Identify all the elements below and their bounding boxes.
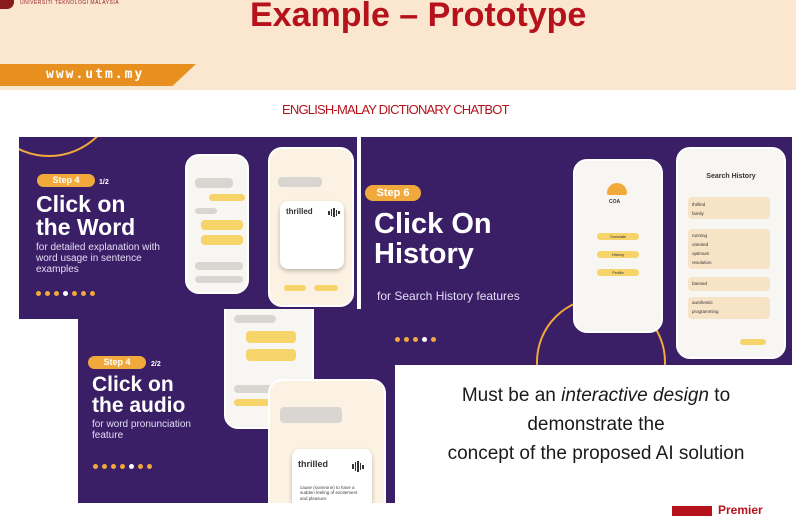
card-definition: cause (someone) to have a sudden feeling… (300, 485, 358, 501)
history-phone: Search History thrilled family running o… (676, 147, 786, 359)
card-word: thrilled (286, 207, 313, 216)
step4-audio-panel: Step 4 2/2 Click on the audio for word p… (78, 309, 395, 503)
progress-dots (36, 291, 95, 296)
heading-line1: Click on (92, 373, 174, 396)
history-action-button[interactable] (740, 339, 766, 345)
history-item[interactable]: programming (692, 309, 719, 314)
step-description: for word pronunciation feature (92, 419, 191, 441)
menu-phone: COA Translate History Profile (573, 159, 663, 333)
step-fraction: 2/2 (151, 361, 161, 368)
heading-line2: the Word (36, 214, 136, 240)
menu-translate[interactable]: Translate (597, 233, 639, 240)
heading-line2: the audio (92, 394, 186, 417)
step4-word-panel: Step 4 1/2 Click on the Word for detaile… (19, 137, 357, 319)
audio-icon[interactable] (352, 461, 364, 472)
page-title: Example – Prototype (250, 0, 587, 34)
step-description: for detailed explanation with word usage… (36, 242, 160, 275)
app-logo-text: COA (609, 199, 621, 205)
step-badge: Step 6 (365, 185, 421, 201)
caption-text: Must be an interactive design to demonst… (447, 385, 745, 464)
url-link[interactable]: www.utm.my (46, 67, 144, 82)
chatbot-subtitle: ENGLISH-MALAY DICTIONARY CHATBOT (282, 102, 510, 117)
history-item[interactable]: optimum (692, 251, 709, 256)
history-item[interactable]: aunthentic (692, 300, 713, 305)
menu-profile[interactable]: Profile (597, 269, 639, 276)
app-logo-icon (607, 183, 627, 195)
card-word: thrilled (298, 459, 329, 469)
history-item[interactable]: resolution (692, 260, 712, 265)
decor-ring (19, 137, 119, 157)
audio-phone: thrilled cause (someone) to have a sudde… (268, 379, 386, 503)
logo-text: UNIVERSITI TEKNOLOGI MALAYSIA (20, 0, 120, 6)
menu-history[interactable]: History (597, 251, 639, 258)
slide-header: UNIVERSITI TEKNOLOGI MALAYSIA Example – … (0, 0, 796, 90)
step-fraction: 1/2 (99, 179, 109, 186)
history-item[interactable]: running (692, 233, 707, 238)
history-item[interactable]: banned (692, 281, 707, 286)
step6-history-panel: Step 6 Click On History for Search Histo… (361, 137, 792, 365)
heading-line1: Click on (36, 191, 126, 217)
heading-line2: History (374, 238, 474, 270)
utm-logo (0, 0, 14, 9)
audio-icon[interactable] (328, 208, 340, 217)
history-item[interactable]: oriented (692, 242, 708, 247)
history-item[interactable]: thrilled (692, 202, 705, 207)
step-badge: Step 4 (88, 356, 146, 369)
word-definition-card[interactable]: thrilled (280, 201, 344, 269)
premier-text: Premier (718, 503, 763, 516)
step-badge: Step 4 (37, 174, 95, 187)
history-item[interactable]: family (692, 211, 704, 216)
heading-line1: Click On (374, 208, 492, 240)
progress-dots (93, 464, 152, 469)
definition-phone: thrilled (268, 147, 354, 307)
premier-logo (672, 506, 712, 516)
word-audio-card[interactable]: thrilled cause (someone) to have a sudde… (292, 449, 372, 503)
history-title: Search History (706, 173, 756, 180)
chat-phone (185, 154, 249, 294)
step-description: for Search History features (377, 289, 520, 303)
